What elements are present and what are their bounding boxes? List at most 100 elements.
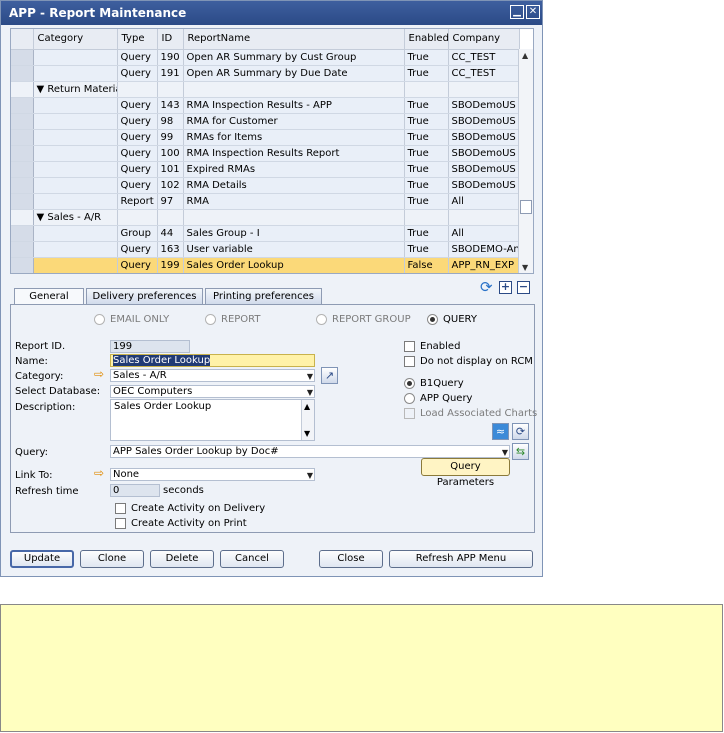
tab-delivery-preferences[interactable]: Delivery preferences (86, 288, 203, 305)
chart-icon[interactable]: ≈ (492, 423, 509, 440)
close-button[interactable]: Close (319, 550, 383, 568)
row-selector[interactable] (11, 81, 34, 98)
load-charts-checkbox[interactable] (404, 408, 415, 419)
table-row[interactable]: Query 98 RMA for Customer True SBODemoUS (11, 113, 520, 130)
enabled-checkbox[interactable] (404, 341, 415, 352)
link-to-select[interactable]: None ▼ (110, 468, 315, 481)
update-button[interactable]: Update (10, 550, 74, 568)
table-row[interactable]: Query 190 Open AR Summary by Cust Group Tru… (11, 49, 520, 66)
column-header[interactable]: Type (117, 29, 158, 50)
create-activity-delivery-label: Create Activity on Delivery (131, 503, 266, 514)
tab-printing-preferences[interactable]: Printing preferences (205, 288, 322, 305)
scroll-up-icon[interactable]: ▲ (522, 51, 528, 60)
cell-company: SBODemoUS (448, 129, 520, 146)
row-selector[interactable] (11, 65, 34, 82)
table-row[interactable]: Report 97 RMA True All (11, 193, 520, 210)
cell-id: 99 (157, 129, 184, 146)
report-radio[interactable] (205, 314, 216, 325)
cell-enabled: True (404, 49, 449, 66)
query-link-icon[interactable]: ⇆ (512, 443, 529, 460)
row-selector[interactable] (11, 129, 34, 146)
b1query-radio[interactable] (404, 378, 415, 389)
cell-category (33, 49, 118, 66)
report-group-radio[interactable] (316, 314, 327, 325)
scroll-down-icon[interactable]: ▼ (304, 429, 310, 438)
cell-type: Query (117, 177, 158, 194)
clone-button[interactable]: Clone (80, 550, 144, 568)
create-activity-delivery-checkbox[interactable] (115, 503, 126, 514)
row-selector[interactable] (11, 257, 34, 273)
cell-type: Query (117, 161, 158, 178)
row-selector[interactable] (11, 113, 34, 130)
column-header[interactable]: Category (33, 29, 118, 50)
table-row[interactable]: Query 199 Sales Order Lookup False APP_RN_EX… (11, 257, 520, 273)
refresh-rows-icon[interactable]: ⟳ (480, 280, 493, 295)
refresh-time-field[interactable]: 0 (110, 484, 160, 497)
column-header[interactable]: Enabled (404, 29, 449, 50)
row-selector[interactable] (11, 209, 34, 226)
row-selector[interactable] (11, 193, 34, 210)
email-only-label: EMAIL ONLY (110, 314, 170, 325)
table-row[interactable]: Query 100 RMA Inspection Results Report Tru… (11, 145, 520, 162)
create-activity-print-checkbox[interactable] (115, 518, 126, 529)
query-parameters-button[interactable]: Query Parameters (421, 458, 510, 488)
row-selector[interactable] (11, 177, 34, 194)
cell-category (33, 65, 118, 82)
query-radio[interactable] (427, 314, 438, 325)
query-select[interactable]: APP Sales Order Lookup by Doc# ▼ (110, 445, 510, 458)
row-selector[interactable] (11, 145, 34, 162)
cell-enabled: True (404, 113, 449, 130)
email-only-radio[interactable] (94, 314, 105, 325)
grid-scrollbar[interactable]: ▲ ▼ (518, 49, 533, 273)
description-scrollbar[interactable]: ▲ ▼ (301, 400, 314, 440)
refresh-query-icon[interactable]: ⟳ (512, 423, 529, 440)
row-selector[interactable] (11, 241, 34, 258)
title-bar[interactable]: APP - Report Maintenance ▁ ✕ (1, 1, 542, 25)
table-row[interactable]: Query 99 RMAs for Items True SBODemoUS (11, 129, 520, 146)
no-display-rcm-checkbox[interactable] (404, 356, 415, 367)
tab-general[interactable]: General (14, 288, 84, 305)
row-selector-header (11, 29, 34, 50)
scroll-down-icon[interactable]: ▼ (522, 263, 528, 272)
row-selector[interactable] (11, 49, 34, 66)
cell-name: RMA Inspection Results - APP (183, 97, 405, 114)
scroll-up-icon[interactable]: ▲ (304, 402, 310, 411)
table-row[interactable]: Query 101 Expired RMAs True SBODemoUS (11, 161, 520, 178)
row-selector[interactable] (11, 225, 34, 242)
table-row[interactable]: Group 44 Sales Group - I True All (11, 225, 520, 242)
table-row[interactable]: Query 191 Open AR Summary by Due Date True C… (11, 65, 520, 82)
group-row[interactable]: ▼ Sales - A/R (11, 209, 520, 226)
open-category-button[interactable]: ↗ (321, 367, 338, 384)
cell-type: Query (117, 97, 158, 114)
cell-company: SBODemoUS (448, 97, 520, 114)
group-row[interactable]: ▼ Return Material (11, 81, 520, 98)
description-textarea[interactable]: Sales Order Lookup ▲ ▼ (110, 399, 315, 441)
chevron-down-icon: ▼ (306, 372, 313, 381)
column-header[interactable]: ReportName (183, 29, 405, 50)
app-query-radio[interactable] (404, 393, 415, 404)
cancel-button[interactable]: Cancel (220, 550, 284, 568)
column-header[interactable]: ID (157, 29, 184, 50)
delete-button[interactable]: Delete (150, 550, 214, 568)
cell-enabled: True (404, 225, 449, 242)
remove-row-button[interactable]: − (517, 281, 530, 294)
link-arrow-icon[interactable]: ⇨ (94, 367, 104, 381)
category-select[interactable]: Sales - A/R ▼ (110, 369, 315, 382)
cell-id: 143 (157, 97, 184, 114)
database-select[interactable]: OEC Computers ▼ (110, 385, 315, 398)
close-window-button[interactable]: ✕ (526, 5, 540, 19)
table-row[interactable]: Query 102 RMA Details True SBODemoUS (11, 177, 520, 194)
add-row-button[interactable]: + (499, 281, 512, 294)
cell-category: ▼ Sales - A/R (33, 209, 118, 226)
cell-category (33, 161, 118, 178)
refresh-app-menu-button[interactable]: Refresh APP Menu (389, 550, 533, 568)
name-field[interactable]: Sales Order Lookup (110, 354, 315, 367)
minimize-button[interactable]: ▁ (510, 5, 524, 19)
column-header[interactable]: Company (448, 29, 520, 50)
row-selector[interactable] (11, 97, 34, 114)
row-selector[interactable] (11, 161, 34, 178)
table-row[interactable]: Query 143 RMA Inspection Results - APP True… (11, 97, 520, 114)
table-row[interactable]: Query 163 User variable True SBODEMO-Anc (11, 241, 520, 258)
scroll-thumb[interactable] (520, 200, 532, 214)
link-arrow-icon[interactable]: ⇨ (94, 466, 104, 480)
